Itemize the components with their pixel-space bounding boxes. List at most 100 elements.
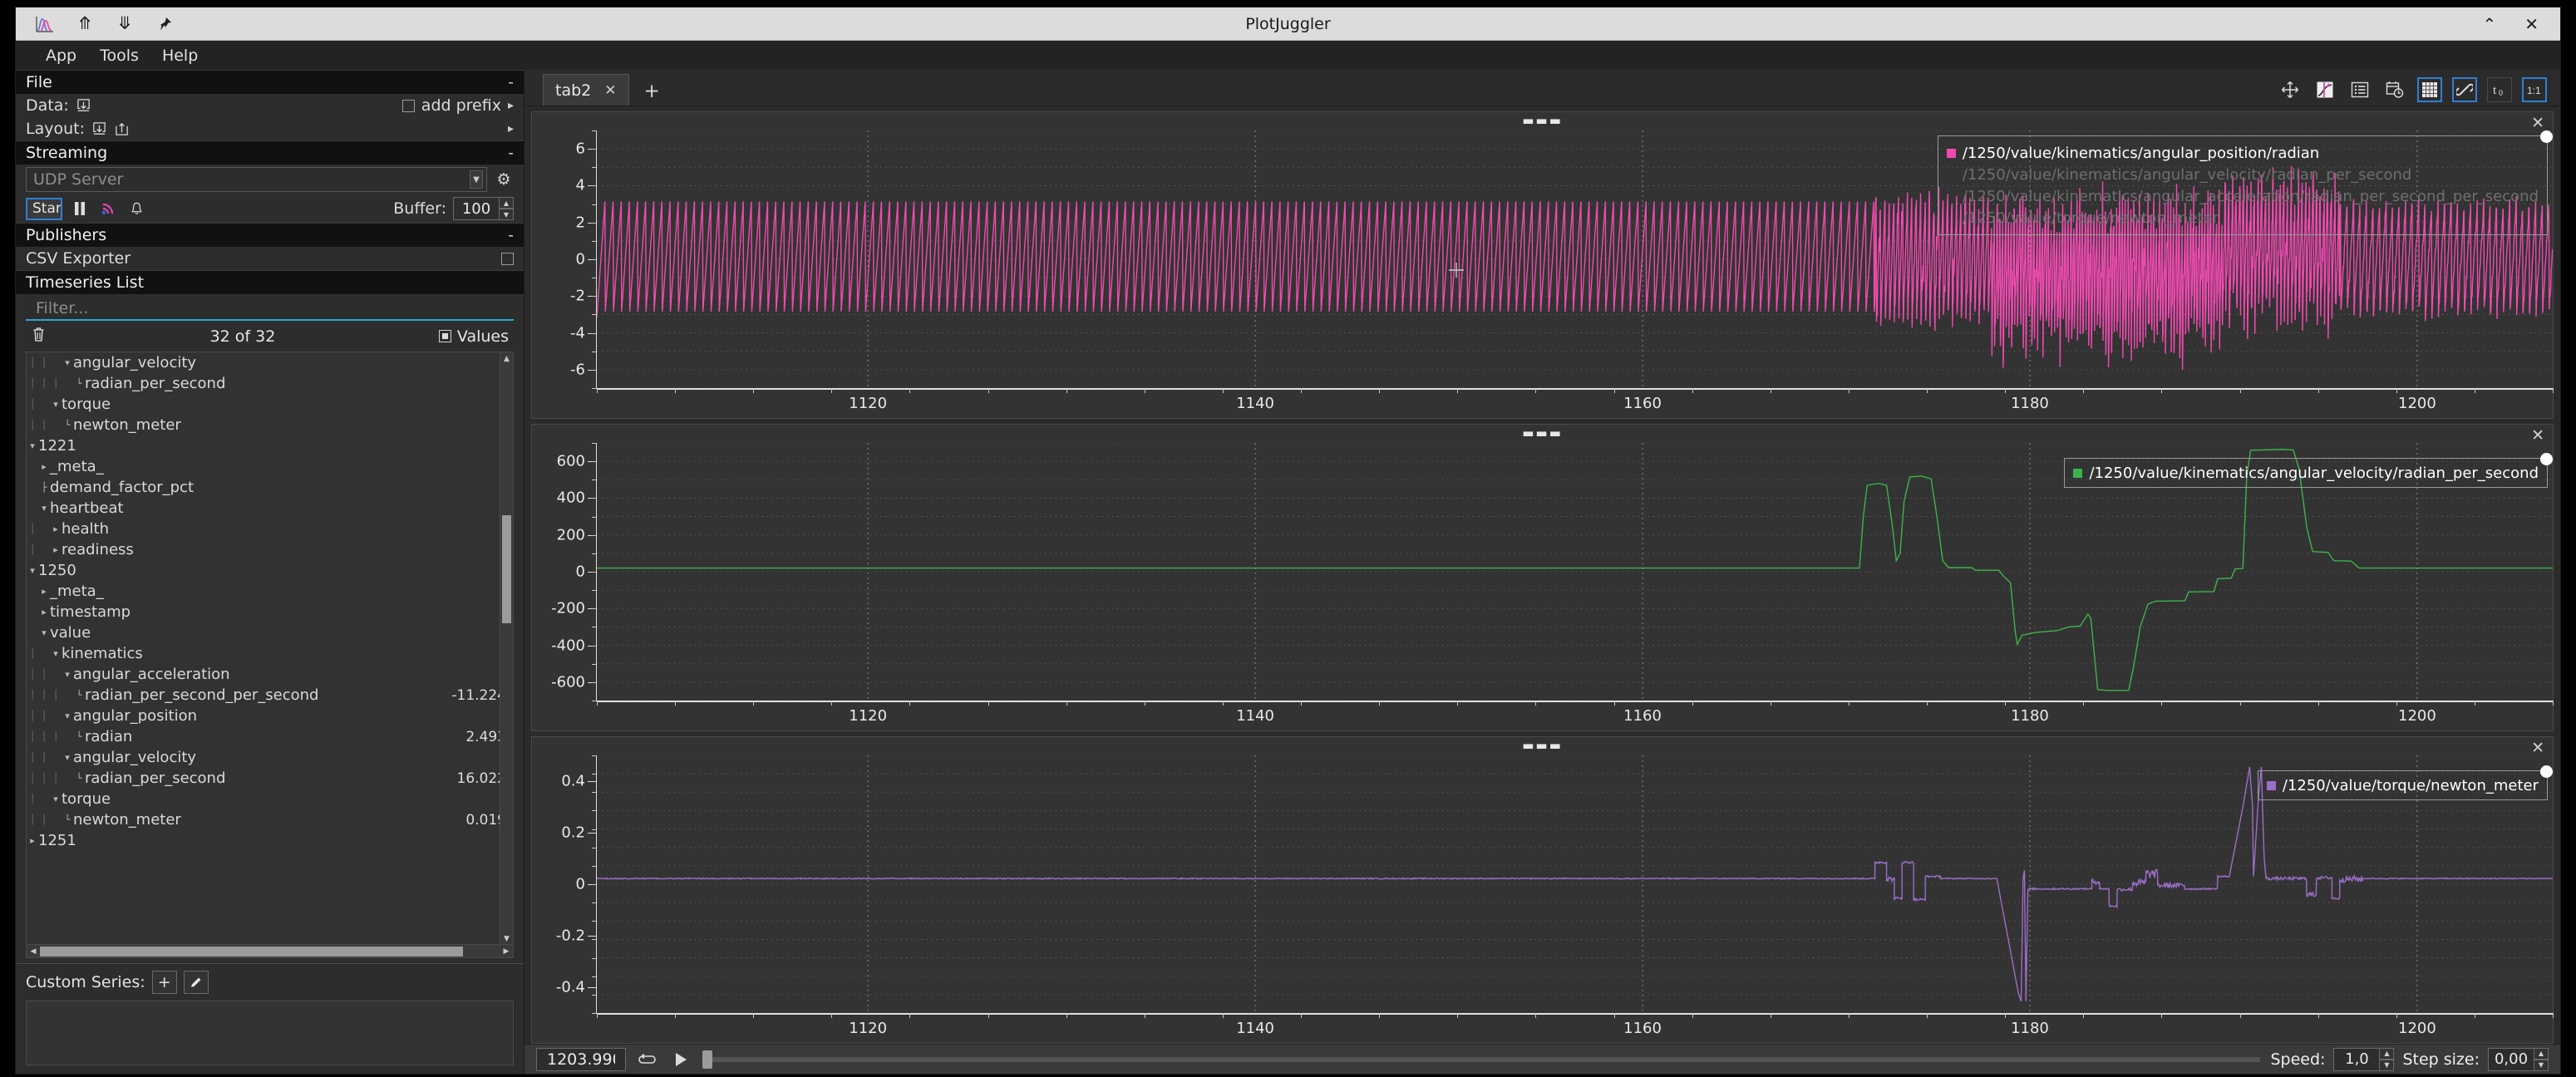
menu-tools[interactable]: Tools bbox=[88, 43, 150, 68]
chevron-down-icon[interactable]: ▼ bbox=[470, 170, 483, 189]
close-button[interactable]: ✕ bbox=[2524, 14, 2539, 34]
plot-torque[interactable]: ▬▬▬ ✕ 0.4 0.2 0 -0.2 -0.4 /1250/value/torque… bbox=[531, 736, 2554, 1044]
tree-item[interactable]: │ │ └ newton_meter 0.019 bbox=[27, 809, 513, 830]
data-menu-arrow-icon[interactable]: ▸ bbox=[508, 99, 514, 112]
streaming-source-select[interactable]: UDP Server ▼ bbox=[26, 167, 487, 192]
tree-item[interactable]: │ │ ▾ angular_velocity bbox=[27, 352, 513, 373]
legend-entry[interactable]: /1250/value/kinematics/angular_position/… bbox=[1946, 142, 2539, 164]
buffer-down-icon[interactable]: ▼ bbox=[500, 209, 514, 220]
timeline-track[interactable] bbox=[702, 1056, 2261, 1062]
custom-series-list[interactable] bbox=[26, 1001, 514, 1065]
layout-save-icon[interactable] bbox=[114, 121, 130, 137]
grid-layout-icon[interactable] bbox=[2417, 77, 2442, 102]
tree-item[interactable]: │ │ │ └ radian_per_second bbox=[27, 373, 513, 394]
legend-entry[interactable]: /1250/value/kinematics/angular_velocity/… bbox=[1947, 164, 2539, 185]
plot2-canvas[interactable]: /1250/value/kinematics/angular_velocity/… bbox=[597, 443, 2553, 701]
step-size-stepper[interactable]: ▲ ▼ bbox=[2488, 1047, 2549, 1071]
legend-entry[interactable]: /1250/value/torque/newton_meter bbox=[2266, 775, 2539, 796]
tree-item[interactable]: ├ demand_factor_pct bbox=[27, 477, 513, 498]
legend-drag-handle[interactable] bbox=[2540, 453, 2553, 465]
tab-tab2[interactable]: tab2 ✕ bbox=[543, 74, 629, 106]
plot1-canvas[interactable]: /1250/value/kinematics/angular_position/… bbox=[597, 130, 2553, 388]
buffer-input[interactable] bbox=[453, 197, 500, 220]
speed-up-icon[interactable]: ▲ bbox=[2380, 1047, 2395, 1060]
plot1-drag-handle[interactable]: ▬▬▬ bbox=[1522, 115, 1563, 127]
tree-item[interactable]: ▾ value bbox=[27, 622, 513, 643]
hscroll-track[interactable] bbox=[40, 946, 500, 957]
pan-move-icon[interactable] bbox=[2278, 77, 2303, 102]
legend-drag-handle[interactable] bbox=[2540, 130, 2553, 143]
search-input[interactable] bbox=[26, 298, 514, 321]
tree-item[interactable]: │ │ └ newton_meter bbox=[27, 415, 513, 435]
plot3-close-icon[interactable]: ✕ bbox=[2531, 739, 2544, 757]
tree-item[interactable]: │ │ │ └ radian 2.493 bbox=[27, 726, 513, 747]
collapse-file[interactable]: - bbox=[508, 73, 514, 91]
add-tab-button[interactable]: + bbox=[629, 81, 675, 106]
tree-item[interactable]: │ │ ▾ angular_acceleration bbox=[27, 664, 513, 685]
tree-item[interactable]: │ ▾ kinematics bbox=[27, 643, 513, 664]
tree-item[interactable]: ▾ heartbeat bbox=[27, 498, 513, 519]
tree-scroll-area[interactable]: │ │ ▾ angular_velocity │ │ │ └ radian_per_seco… bbox=[27, 352, 513, 944]
tree-item[interactable]: ▸ _meta_ bbox=[27, 456, 513, 477]
add-prefix-checkbox[interactable] bbox=[401, 99, 415, 112]
play-icon[interactable] bbox=[669, 1049, 692, 1070]
buffer-stepper[interactable]: ▲ ▼ bbox=[453, 197, 514, 220]
pin-icon[interactable] bbox=[154, 13, 175, 35]
start-streaming-button[interactable]: Start bbox=[26, 197, 62, 220]
timeseries-tree[interactable]: │ │ ▾ angular_velocity │ │ │ └ radian_per_seco… bbox=[26, 352, 514, 958]
notification-bell-icon[interactable] bbox=[126, 198, 147, 219]
tree-vertical-scrollbar[interactable]: ▲ ▼ bbox=[500, 352, 513, 946]
speed-down-icon[interactable]: ▼ bbox=[2380, 1059, 2395, 1071]
legend-entry[interactable]: /1250/value/torque/newton_meter bbox=[1947, 207, 2539, 229]
menu-help[interactable]: Help bbox=[150, 43, 209, 68]
tree-item[interactable]: │ │ ▾ angular_position bbox=[27, 706, 513, 726]
loop-icon[interactable] bbox=[636, 1049, 659, 1070]
tree-item[interactable]: │ ▾ torque bbox=[27, 394, 513, 415]
zoom-one-to-one-icon[interactable]: 1:1 bbox=[2522, 77, 2547, 102]
section-header-timeseries[interactable]: Timeseries List bbox=[16, 270, 524, 294]
section-header-publishers[interactable]: Publishers - bbox=[16, 223, 524, 247]
plot3-drag-handle[interactable]: ▬▬▬ bbox=[1522, 740, 1563, 752]
hscroll-thumb[interactable] bbox=[40, 946, 463, 957]
pencil-icon[interactable] bbox=[183, 971, 209, 994]
tree-item[interactable]: │ ▸ readiness bbox=[27, 539, 513, 560]
collapse-publishers[interactable]: - bbox=[508, 226, 514, 244]
plot2-drag-handle[interactable]: ▬▬▬ bbox=[1522, 427, 1563, 440]
plot2-legend[interactable]: /1250/value/kinematics/angular_velocity/… bbox=[2064, 453, 2553, 488]
tree-item[interactable]: ▾ 1221 bbox=[27, 435, 513, 456]
values-radio-icon[interactable] bbox=[438, 330, 451, 342]
legend-entry[interactable]: /1250/value/kinematics/angular_accelerat… bbox=[1947, 185, 2539, 207]
streaming-signal-icon[interactable] bbox=[97, 198, 119, 219]
scroll-left-icon[interactable]: ◀ bbox=[27, 947, 40, 956]
tree-horizontal-scrollbar[interactable]: ◀ ▶ bbox=[27, 944, 513, 957]
plot1-legend[interactable]: /1250/value/kinematics/angular_position/… bbox=[1937, 130, 2553, 235]
plot3-canvas[interactable]: /1250/value/torque/newton_meter bbox=[597, 755, 2553, 1013]
legend-drag-handle[interactable] bbox=[2540, 765, 2553, 778]
transform-function-icon[interactable]: A bbox=[2312, 77, 2337, 102]
buffer-up-icon[interactable]: ▲ bbox=[500, 197, 514, 209]
vscroll-thumb[interactable] bbox=[502, 515, 511, 623]
trash-icon[interactable] bbox=[31, 326, 47, 347]
time-calendar-icon[interactable] bbox=[2382, 77, 2407, 102]
chevron-down-icon[interactable]: ⤋ bbox=[114, 13, 135, 35]
minimize-button[interactable]: ⌃ bbox=[2482, 14, 2496, 34]
step-down-icon[interactable]: ▼ bbox=[2534, 1059, 2549, 1071]
timeline-knob[interactable] bbox=[702, 1050, 712, 1069]
section-header-streaming[interactable]: Streaming - bbox=[16, 140, 524, 165]
tree-item[interactable]: ▸ _meta_ bbox=[27, 581, 513, 602]
tree-item[interactable]: │ │ ▾ angular_velocity bbox=[27, 747, 513, 768]
link-axes-icon[interactable] bbox=[2452, 77, 2477, 102]
plot1-close-icon[interactable]: ✕ bbox=[2531, 114, 2544, 132]
plot-angular-position[interactable]: ▬▬▬ ✕ 6 4 2 0 -2 -4 -6 /1250/value/kinematics/… bbox=[531, 111, 2554, 419]
chevron-up-icon[interactable]: ⤊ bbox=[74, 13, 96, 35]
scroll-right-icon[interactable]: ▶ bbox=[500, 947, 513, 956]
gear-icon[interactable]: ⚙ bbox=[494, 170, 514, 189]
tree-item[interactable]: │ ▸ health bbox=[27, 519, 513, 539]
plot3-legend[interactable]: /1250/value/torque/newton_meter bbox=[2257, 765, 2553, 800]
tree-item[interactable]: ▸ 1251 bbox=[27, 830, 513, 851]
collapse-streaming[interactable]: - bbox=[508, 144, 514, 162]
layout-menu-arrow-icon[interactable]: ▸ bbox=[508, 122, 514, 135]
tree-item[interactable]: │ ▾ torque bbox=[27, 789, 513, 809]
plot-angular-velocity[interactable]: ▬▬▬ ✕ 600 400 200 0 -200 -400 -600 /1250/value… bbox=[531, 424, 2554, 731]
import-data-icon[interactable] bbox=[76, 98, 91, 114]
